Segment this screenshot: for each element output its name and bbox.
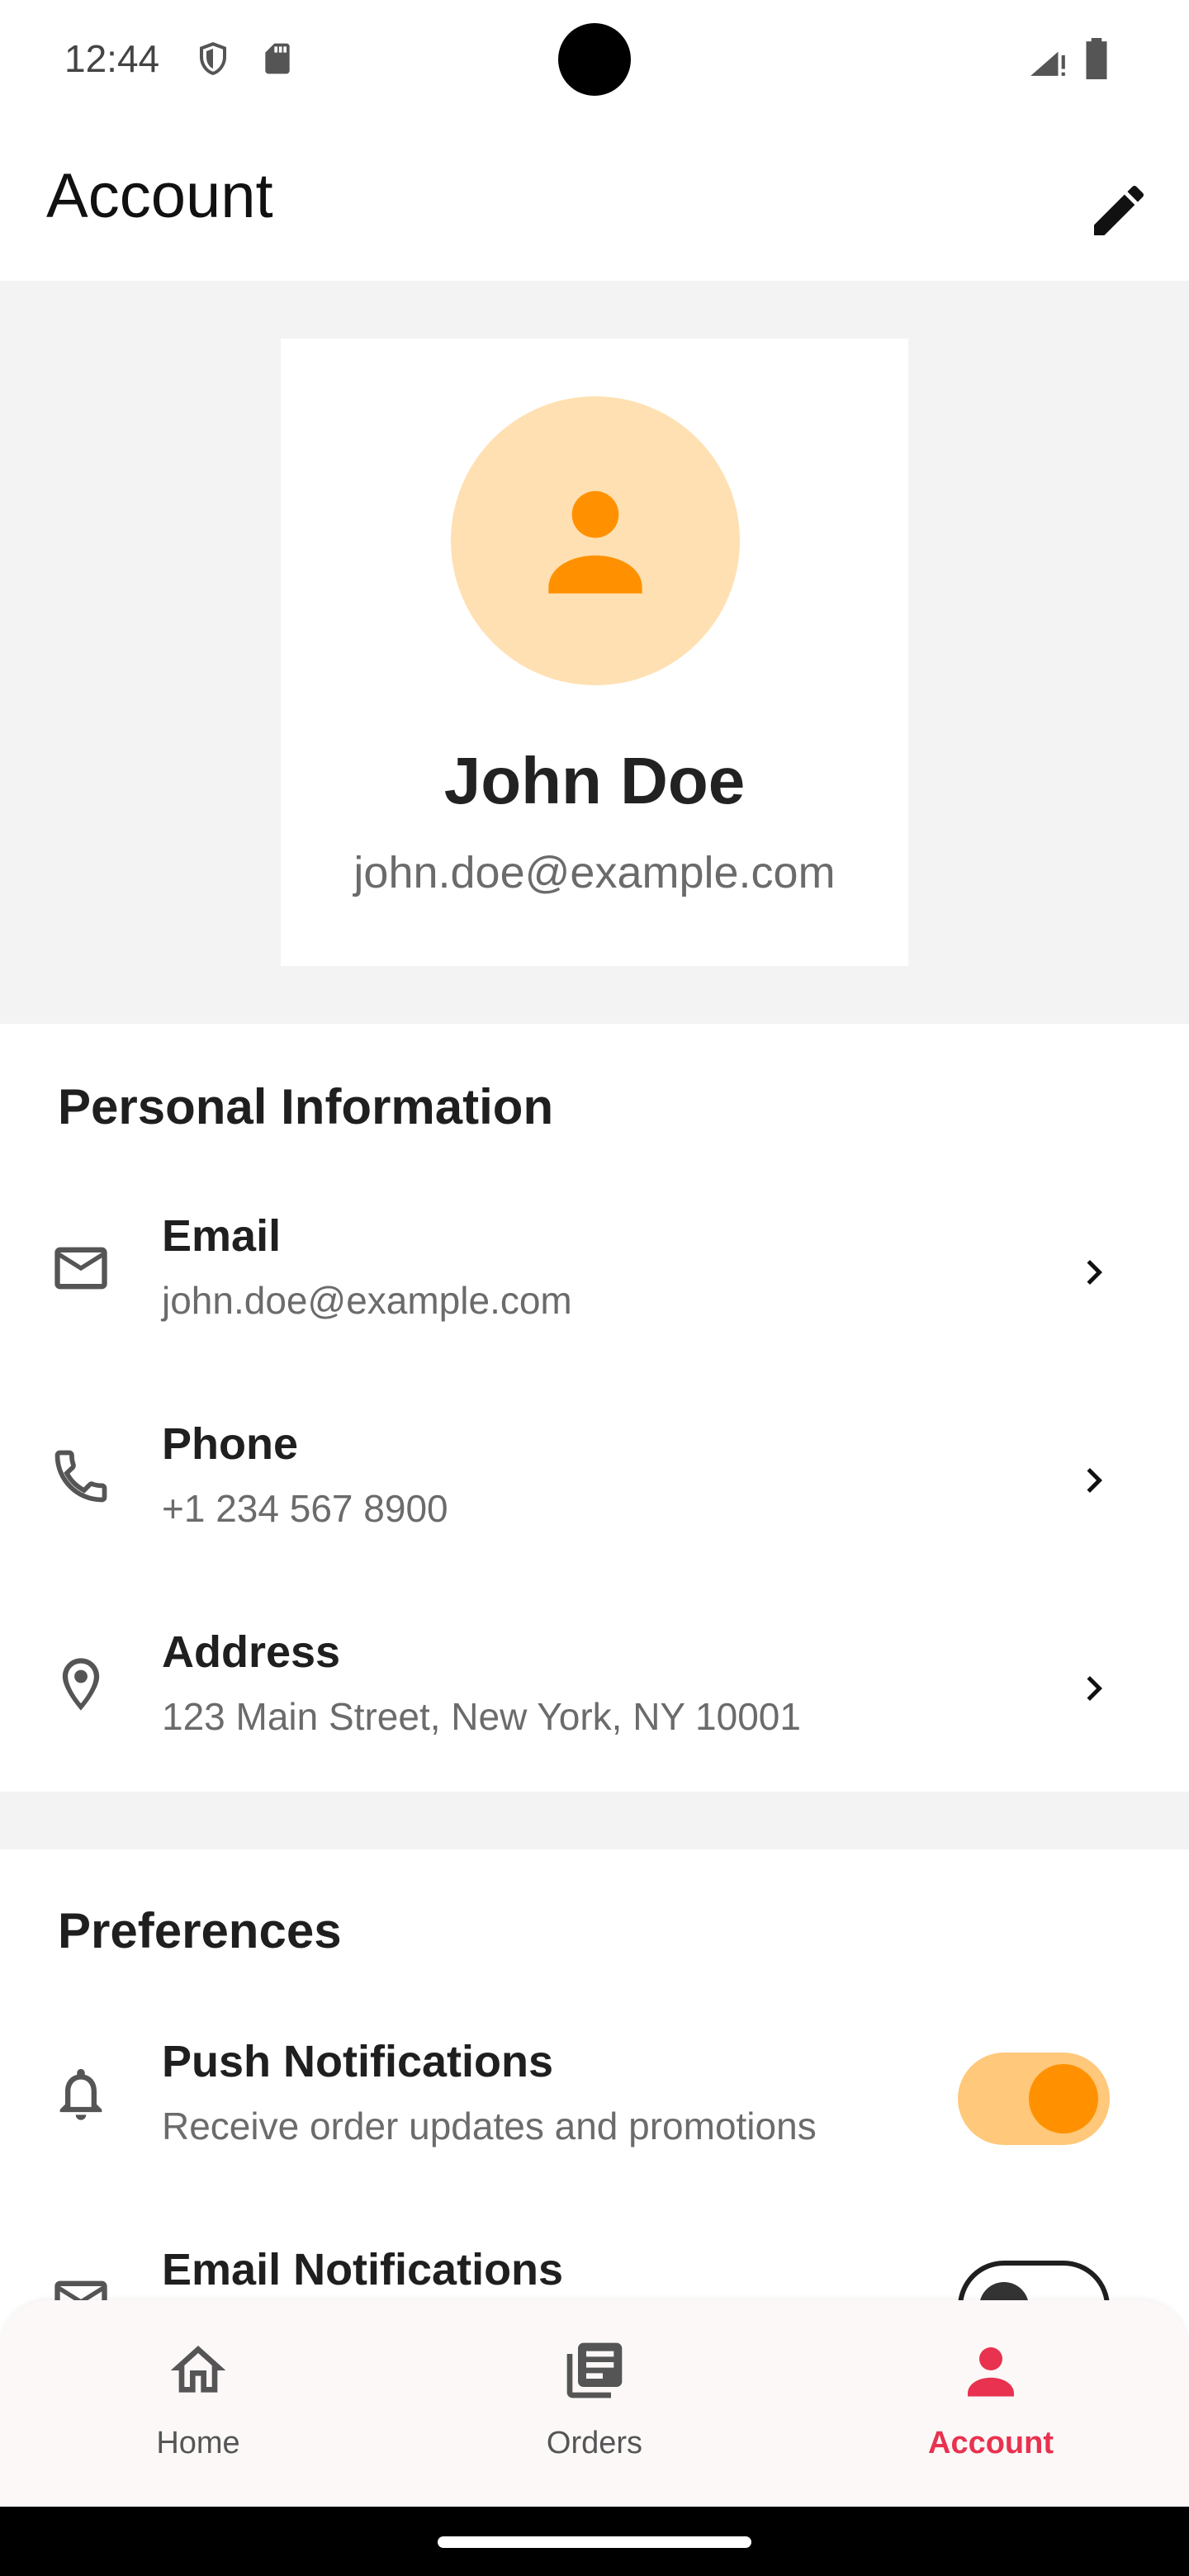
- page-title: Account: [46, 161, 273, 231]
- profile-name: John Doe: [443, 744, 746, 817]
- email-row[interactable]: Email john.doe@example.com: [0, 1169, 1189, 1376]
- chevron-right-icon: [1057, 1443, 1131, 1518]
- row-label: Push Notifications: [162, 2037, 554, 2086]
- home-gesture-handle[interactable]: [438, 2536, 751, 2548]
- bottom-navigation: Home Orders Account: [0, 2300, 1189, 2507]
- battery-icon: [1082, 38, 1111, 83]
- chevron-right-icon: [1057, 1651, 1131, 1726]
- nav-label: Account: [928, 2426, 1054, 2460]
- camera-cutout: [558, 23, 631, 96]
- bell-icon: [46, 2059, 116, 2129]
- edit-button[interactable]: [1073, 165, 1164, 256]
- nav-item-account[interactable]: Account: [842, 2333, 1139, 2498]
- nav-item-home[interactable]: Home: [50, 2333, 347, 2498]
- row-value: john.doe@example.com: [162, 1279, 572, 1322]
- row-label: Email Notifications: [162, 2245, 564, 2294]
- person-icon: [548, 490, 642, 594]
- row-value: +1 234 567 8900: [162, 1487, 448, 1530]
- section-title: Personal Information: [58, 1079, 554, 1134]
- row-label: Phone: [162, 1419, 299, 1469]
- avatar[interactable]: [451, 396, 740, 685]
- phone-icon: [46, 1442, 116, 1511]
- row-label: Email: [162, 1211, 282, 1261]
- profile-card: John Doe john.doe@example.com: [281, 339, 908, 966]
- nav-label: Home: [156, 2426, 240, 2460]
- status-bar: 12:44: [0, 0, 1189, 116]
- nav-label: Orders: [546, 2426, 643, 2460]
- chevron-right-icon: [1057, 1235, 1131, 1309]
- shield-icon: [193, 38, 233, 83]
- nav-item-orders[interactable]: Orders: [446, 2333, 743, 2498]
- address-row[interactable]: Address 123 Main Street, New York, NY 10…: [0, 1585, 1189, 1792]
- person-icon: [954, 2333, 1028, 2408]
- signal-icon: [1027, 38, 1068, 83]
- pencil-icon: [1094, 185, 1144, 235]
- gesture-bar: [0, 2507, 1189, 2576]
- sd-card-icon: [259, 38, 296, 83]
- row-description: Receive order updates and promotions: [162, 2105, 817, 2147]
- mail-icon: [46, 1234, 116, 1303]
- app-bar: Account: [0, 116, 1189, 281]
- row-value: 123 Main Street, New York, NY 10001: [162, 1695, 801, 1738]
- home-icon: [161, 2333, 235, 2408]
- phone-row[interactable]: Phone +1 234 567 8900: [0, 1377, 1189, 1584]
- push-notifications-toggle[interactable]: [958, 2053, 1110, 2145]
- status-time: 12:44: [64, 37, 160, 80]
- section-title: Preferences: [58, 1903, 342, 1958]
- profile-email: john.doe@example.com: [353, 848, 836, 897]
- personal-information-section: Personal Information Email john.doe@exam…: [0, 1024, 1189, 1792]
- push-notifications-row[interactable]: Push Notifications Receive order updates…: [0, 1995, 1189, 2201]
- toggle-knob: [1029, 2064, 1098, 2133]
- location-pin-icon: [46, 1650, 116, 1719]
- orders-icon: [557, 2333, 632, 2408]
- row-label: Address: [162, 1627, 341, 1677]
